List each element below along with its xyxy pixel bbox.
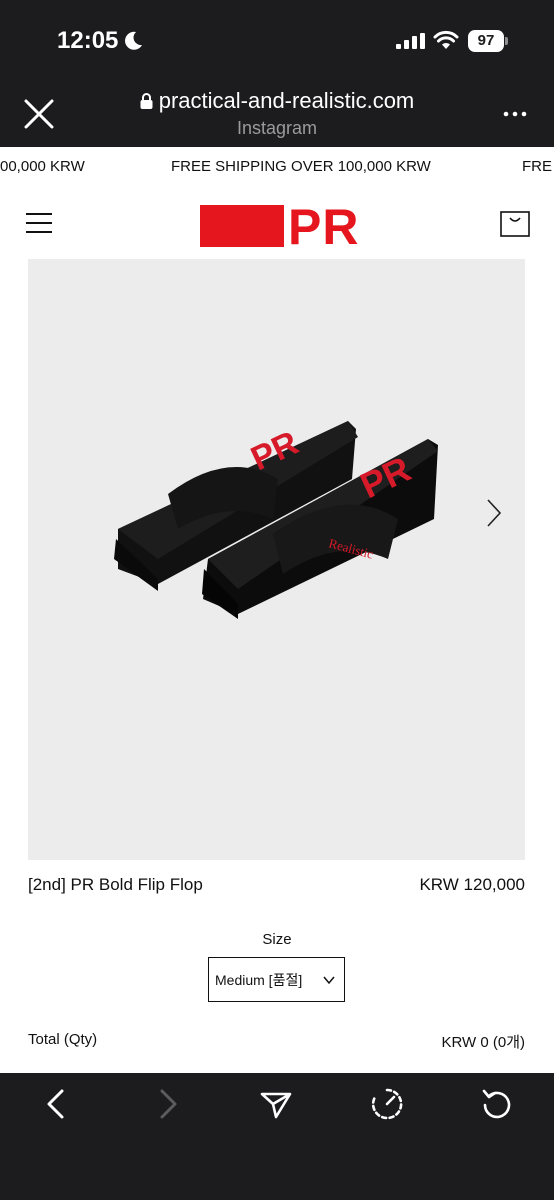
battery-level: 97 (468, 30, 504, 52)
reload-icon[interactable] (480, 1087, 514, 1121)
back-icon[interactable] (40, 1087, 74, 1121)
lock-icon (140, 93, 153, 109)
close-icon[interactable] (22, 97, 56, 131)
timer-icon[interactable] (370, 1087, 404, 1121)
flip-flop-image: PR PR Realistic (114, 421, 438, 619)
forward-icon[interactable] (150, 1087, 184, 1121)
total-value: KRW 0 (0개) (441, 1034, 525, 1051)
total-label: Total (Qty) (28, 1031, 98, 1048)
menu-icon[interactable] (26, 213, 52, 235)
product-price: KRW 120,000 (419, 875, 525, 894)
size-select[interactable]: Medium [품절] (208, 957, 345, 1002)
product-name: [2nd] PR Bold Flip Flop (28, 875, 203, 894)
logo-text: PR (288, 199, 360, 255)
battery-icon: 97 (468, 30, 508, 52)
banner-text: 00,000 KRW (0, 158, 85, 175)
signal-icon (396, 33, 425, 49)
address-bar[interactable]: practical-and-realistic.com Instagram (100, 88, 454, 139)
site-logo[interactable]: PR (200, 199, 358, 255)
logo-bar (200, 205, 284, 247)
page-url: practical-and-realistic.com (158, 88, 415, 113)
cart-icon[interactable] (500, 211, 530, 237)
product-image[interactable]: PR PR Realistic (28, 259, 525, 860)
browser-toolbar (0, 1073, 554, 1200)
moon-icon (125, 31, 142, 50)
chevron-down-icon (323, 976, 335, 985)
shipping-banner: 00,000 KRW FREE SHIPPING OVER 100,000 KR… (0, 147, 554, 187)
share-icon[interactable] (259, 1087, 293, 1121)
battery-nub (505, 37, 508, 45)
size-label: Size (262, 931, 292, 948)
wifi-icon (433, 30, 459, 49)
banner-text: FRE (522, 158, 552, 175)
banner-text: FREE SHIPPING OVER 100,000 KRW (171, 158, 431, 175)
size-selected-value: Medium [품절] (215, 971, 303, 988)
more-icon[interactable] (500, 104, 530, 124)
browser-header: 12:05 97 practical-and-realistic.com Ins… (0, 0, 554, 147)
next-image-icon[interactable] (483, 496, 505, 530)
status-time: 12:05 (57, 27, 119, 54)
source-app: Instagram (236, 118, 318, 138)
